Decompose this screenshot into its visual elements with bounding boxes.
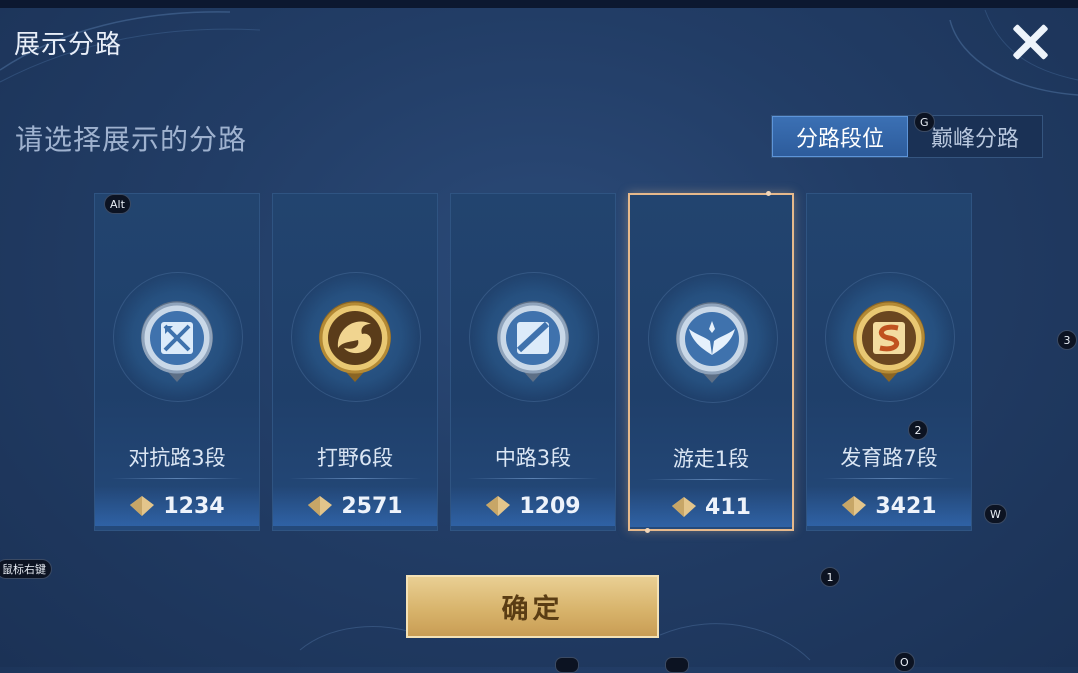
farm-lane-icon [853, 301, 925, 382]
hotkey-right-click-badge: 鼠标右键 [0, 559, 52, 579]
lane-card-clash[interactable]: 对抗路3段 1234 [94, 193, 260, 531]
bottom-indicator [665, 657, 689, 673]
score-bar: 1234 [95, 486, 259, 526]
rank-label: 发育路7段 [840, 446, 938, 470]
tab-group: 分路段位 巅峰分路 [771, 115, 1043, 158]
rank-label: 中路3段 [494, 446, 572, 470]
rank-label: 对抗路3段 [128, 446, 226, 470]
score-value: 3421 [875, 493, 937, 519]
score-bar: 1209 [451, 486, 615, 526]
lane-card-jungle[interactable]: 打野6段 2571 [272, 193, 438, 531]
hotkey-1-badge: 1 [820, 567, 840, 587]
prompt-text: 请选择展示的分路 [15, 123, 248, 156]
header-ornament [0, 9, 1078, 96]
score-gem-icon [672, 497, 697, 517]
rank-label: 打野6段 [316, 446, 394, 470]
clash-lane-icon [141, 301, 213, 382]
rank-label: 游走1段 [672, 447, 750, 471]
divider [111, 478, 243, 479]
score-bar: 2571 [273, 486, 437, 526]
score-value: 1234 [163, 493, 225, 519]
divider [823, 478, 955, 479]
score-gem-icon [308, 496, 333, 516]
lane-card-farm[interactable]: 发育路7段 3421 [806, 193, 972, 531]
corner-dot [766, 191, 771, 196]
mid-lane-icon [497, 301, 569, 382]
lane-card-roam[interactable]: 游走1段 411 [628, 191, 794, 533]
score-value: 2571 [341, 493, 403, 519]
score-gem-icon [130, 496, 155, 516]
hotkey-alt-badge: Alt [104, 194, 131, 214]
score-value: 1209 [519, 493, 581, 519]
score-value: 411 [705, 494, 751, 520]
top-edge [0, 0, 1078, 8]
score-gem-icon [842, 496, 867, 516]
hotkey-o-badge: O [894, 652, 915, 672]
corner-dot [645, 528, 650, 533]
bottom-indicator [555, 657, 579, 673]
jungle-dragon-icon [319, 301, 391, 382]
divider [646, 479, 776, 480]
score-bar: 411 [630, 487, 792, 527]
divider [467, 478, 599, 479]
hotkey-2-badge: 2 [908, 420, 928, 440]
confirm-button[interactable]: 确定 [406, 575, 659, 638]
hotkey-g-badge: G [914, 112, 935, 132]
dialog-title: 展示分路 [14, 30, 123, 60]
lane-card-mid[interactable]: 中路3段 1209 [450, 193, 616, 531]
hotkey-3-badge: 3 [1057, 330, 1077, 350]
tab-lane-rank[interactable]: 分路段位 [772, 116, 908, 157]
hotkey-w-badge: W [984, 504, 1007, 524]
divider [289, 478, 421, 479]
score-gem-icon [486, 496, 511, 516]
roam-wings-icon [676, 302, 748, 383]
close-icon[interactable] [1006, 18, 1054, 66]
score-bar: 3421 [807, 486, 971, 526]
